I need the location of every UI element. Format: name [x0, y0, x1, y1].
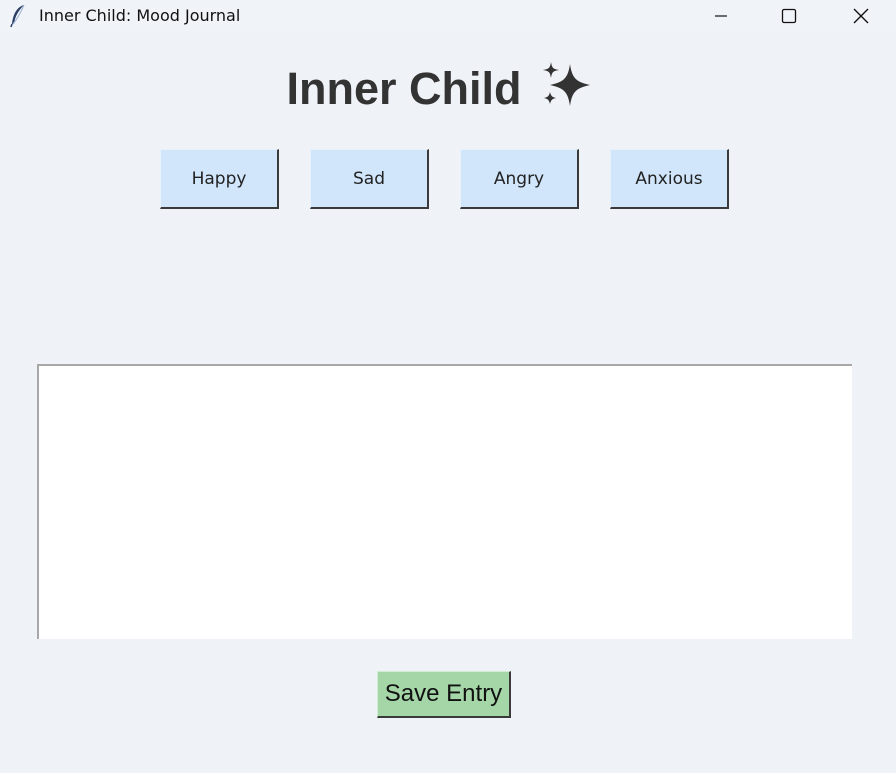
sparkles-icon — [542, 62, 590, 106]
close-icon — [853, 8, 869, 24]
mood-button-sad[interactable]: Sad — [310, 149, 429, 209]
mood-button-angry[interactable]: Angry — [460, 149, 579, 209]
window-title: Inner Child: Mood Journal — [39, 6, 241, 25]
maximize-icon — [781, 8, 797, 24]
page-title: Inner Child — [0, 60, 880, 115]
journal-text-area[interactable] — [37, 364, 852, 639]
close-button[interactable] — [826, 0, 896, 32]
mood-button-happy[interactable]: Happy — [160, 149, 279, 209]
mood-button-anxious[interactable]: Anxious — [610, 149, 729, 209]
save-entry-button[interactable]: Save Entry — [377, 671, 511, 718]
maximize-button[interactable] — [754, 0, 824, 32]
page-title-text: Inner Child — [286, 63, 522, 114]
minimize-button[interactable] — [686, 0, 756, 32]
minimize-icon — [715, 15, 727, 17]
feather-icon — [10, 4, 25, 28]
window-titlebar: Inner Child: Mood Journal — [0, 0, 896, 32]
